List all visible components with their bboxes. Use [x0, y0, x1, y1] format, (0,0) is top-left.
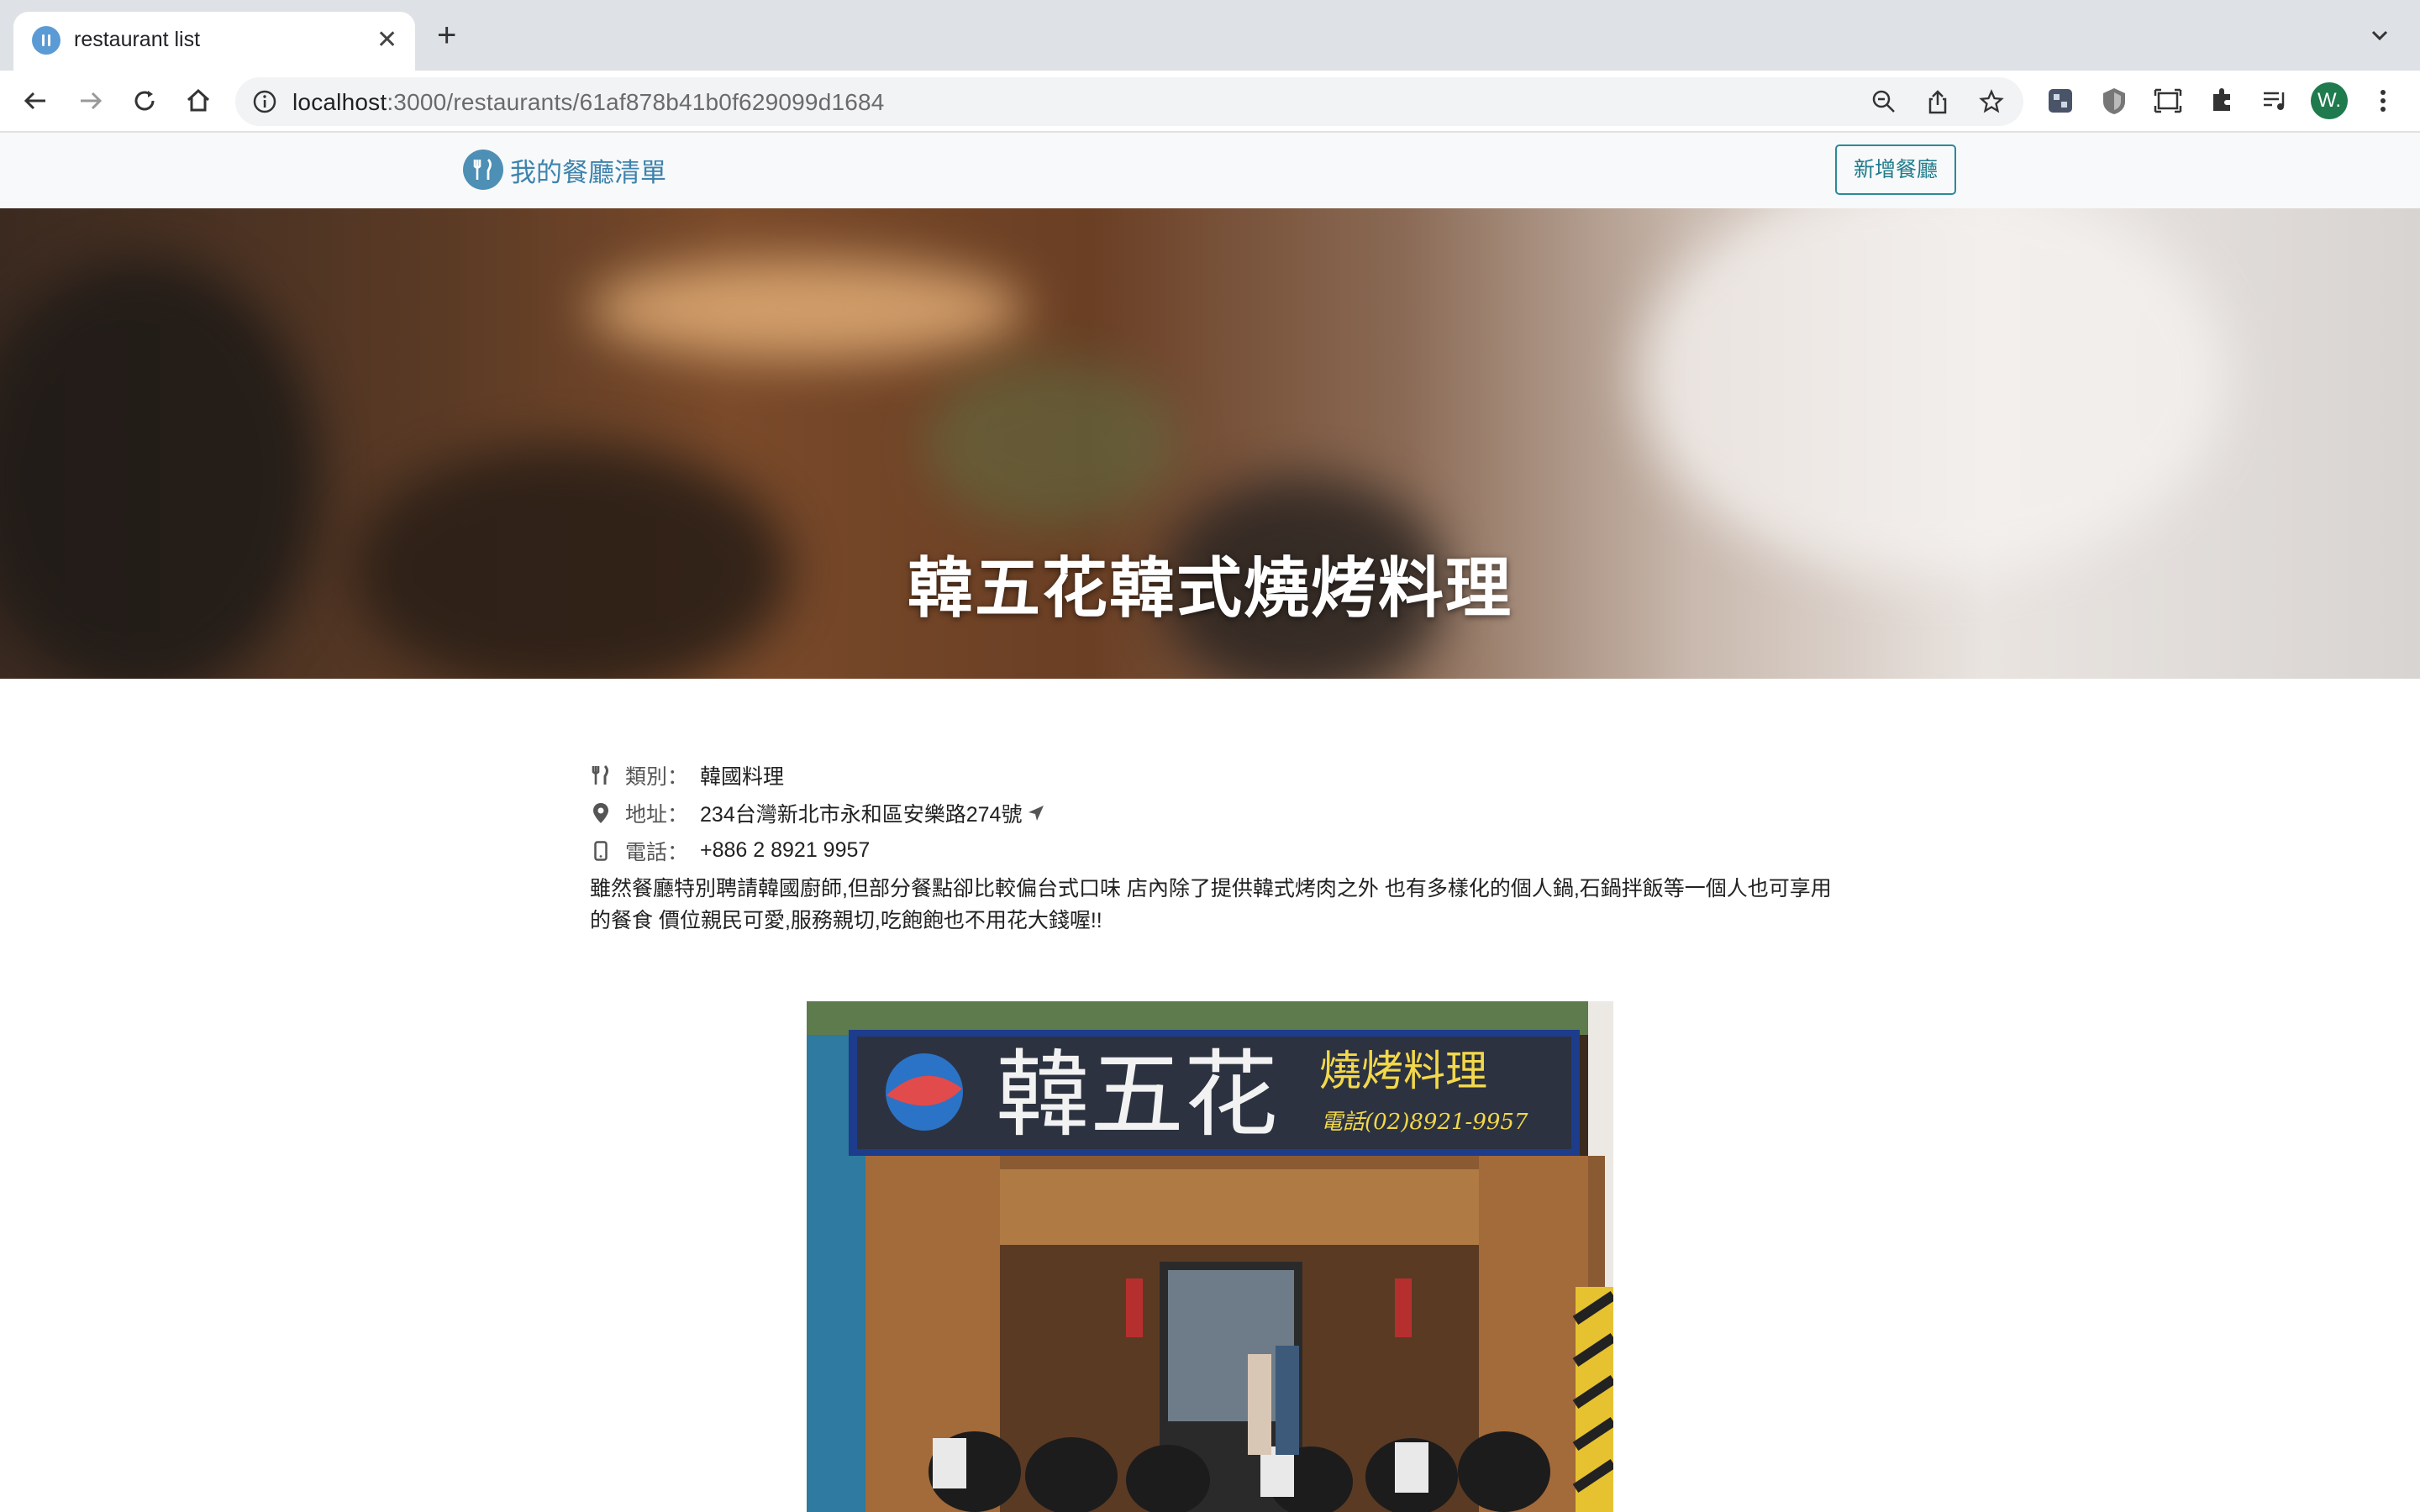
site-navbar: 我的餐廳清單 新增餐廳: [0, 133, 2420, 208]
address-row: 地址： 234台灣新北市永和區安樂路274號: [590, 794, 1833, 832]
restaurant-info: 類別： 韓國料理 地址： 234台灣新北市永和區安樂路274號 電話： +886…: [590, 756, 1833, 937]
extension-puzzle-icon[interactable]: [2045, 86, 2075, 116]
tab-favicon-icon: [32, 26, 60, 55]
phone-row: 電話： +886 2 8921 9957: [590, 832, 1833, 869]
banner-bokeh: [1639, 208, 2227, 578]
new-tab-icon[interactable]: +: [437, 18, 456, 52]
tab-close-icon[interactable]: ✕: [376, 24, 397, 57]
zoom-icon[interactable]: [1870, 88, 1897, 115]
profile-avatar[interactable]: W.: [2311, 82, 2348, 119]
brand-link[interactable]: 我的餐廳清單: [463, 150, 666, 190]
phone-label: 電話：: [625, 840, 689, 864]
share-icon[interactable]: [1924, 88, 1951, 115]
extension-shield-icon[interactable]: [2099, 86, 2129, 116]
restaurant-title: 韓五花韓式燒烤料理: [907, 551, 1512, 625]
home-icon[interactable]: [182, 84, 215, 118]
url-path: :3000/restaurants/61af878b41b0f629099d16…: [387, 89, 885, 115]
address-value: 234台灣新北市永和區安樂路274號: [700, 802, 1023, 827]
address-label: 地址：: [625, 802, 689, 827]
banner-bokeh: [924, 360, 1176, 528]
tab-title: restaurant list: [74, 28, 201, 51]
menu-icon[interactable]: [2368, 86, 2398, 116]
restaurant-description: 雖然餐廳特別聘請韓國廚師,但部分餐點卻比較偏台式口味 店內除了提供韓式烤肉之外 …: [590, 877, 1832, 932]
brand-text: 我的餐廳清單: [510, 157, 666, 187]
reload-icon[interactable]: [128, 84, 161, 118]
url-host: localhost: [292, 89, 387, 115]
restaurant-photo: 韓五花 燒烤料理 電話(02)8921-9957: [807, 1001, 1613, 1512]
url-text: localhost:3000/restaurants/61af878b41b0f…: [292, 89, 885, 116]
hero-banner: 韓五花韓式燒烤料理: [0, 208, 2420, 679]
info-icon[interactable]: [252, 89, 277, 114]
location-arrow-icon[interactable]: [1027, 804, 1045, 822]
browser-tab[interactable]: restaurant list ✕: [13, 12, 415, 71]
utensils-icon: [590, 764, 612, 786]
tab-search-chevron-icon[interactable]: [2363, 18, 2396, 52]
banner-bokeh: [588, 259, 1025, 360]
map-marker-icon: [590, 802, 612, 824]
extensions-icon[interactable]: [2207, 86, 2237, 116]
browser-toolbar: localhost:3000/restaurants/61af878b41b0f…: [0, 71, 2420, 133]
storefront-illustration: 韓五花 燒烤料理 電話(02)8921-9957: [807, 1001, 1613, 1512]
screen-capture-icon[interactable]: [2153, 86, 2183, 116]
media-icon[interactable]: [2260, 86, 2291, 116]
browser-tab-strip: restaurant list ✕ +: [0, 0, 2420, 71]
forward-icon[interactable]: [74, 84, 108, 118]
star-icon[interactable]: [1978, 88, 2005, 115]
add-restaurant-button[interactable]: 新增餐廳: [1835, 144, 1956, 195]
category-value: 韓國料理: [700, 764, 785, 789]
phone-value: +886 2 8921 9957: [700, 838, 871, 862]
category-label: 類別：: [625, 764, 689, 789]
sign-sub-text: 燒烤料理: [1319, 1047, 1487, 1095]
category-row: 類別： 韓國料理: [590, 756, 1833, 794]
sign-main-text: 韓五花: [996, 1041, 1278, 1150]
mobile-phone-icon: [590, 840, 612, 862]
sign-tel-text: 電話(02)8921-9957: [1321, 1110, 1528, 1135]
back-icon[interactable]: [18, 84, 52, 118]
utensils-logo-icon: [463, 150, 503, 190]
address-bar[interactable]: localhost:3000/restaurants/61af878b41b0f…: [235, 77, 2023, 126]
